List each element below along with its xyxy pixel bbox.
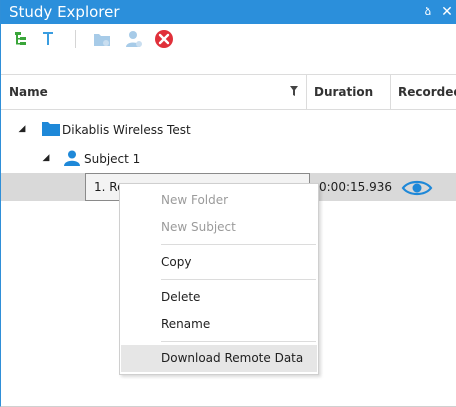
recording-duration: 0:00:15.936 bbox=[319, 180, 392, 194]
menu-item-copy[interactable]: Copy bbox=[121, 249, 317, 276]
close-icon[interactable]: ✕ bbox=[439, 2, 455, 22]
column-filter-icon[interactable] bbox=[289, 84, 299, 98]
subject-label: Subject 1 bbox=[84, 152, 141, 166]
column-name[interactable]: Name bbox=[9, 75, 129, 110]
menu-separator bbox=[161, 279, 316, 280]
expand-tree-icon[interactable] bbox=[11, 28, 33, 50]
column-recorded[interactable]: Recorded bbox=[398, 75, 456, 110]
menu-item-new-folder[interactable]: New Folder bbox=[121, 187, 317, 214]
menu-item-download-remote-data[interactable]: Download Remote Data bbox=[121, 345, 317, 372]
delete-icon[interactable] bbox=[153, 28, 175, 50]
menu-item-rename[interactable]: Rename bbox=[121, 311, 317, 338]
new-subject-icon[interactable] bbox=[123, 28, 145, 50]
filter-icon[interactable] bbox=[37, 28, 59, 50]
column-divider[interactable] bbox=[390, 75, 391, 110]
column-header: Name Duration Recorded bbox=[1, 74, 456, 110]
tree-row-subject[interactable]: ◢ Subject 1 bbox=[1, 145, 456, 173]
eye-icon[interactable] bbox=[401, 179, 433, 197]
context-menu: New Folder New Subject Copy Delete Renam… bbox=[119, 183, 319, 375]
study-explorer-panel: Study Explorer ձ ✕ Name Duration Recorde… bbox=[0, 0, 456, 407]
toolbar-separator bbox=[75, 30, 76, 48]
menu-separator bbox=[161, 341, 316, 342]
tree-row-study[interactable]: ◢ Dikablis Wireless Test bbox=[1, 116, 456, 144]
column-divider[interactable] bbox=[306, 75, 307, 110]
new-folder-icon[interactable] bbox=[91, 28, 113, 50]
panel-titlebar: Study Explorer ձ ✕ bbox=[1, 0, 456, 24]
pin-icon[interactable]: ձ bbox=[422, 4, 434, 20]
toolbar bbox=[1, 24, 456, 54]
study-label: Dikablis Wireless Test bbox=[62, 123, 191, 137]
collapse-arrow-icon[interactable]: ◢ bbox=[41, 153, 51, 163]
menu-separator bbox=[161, 244, 316, 245]
subject-user-icon bbox=[63, 149, 81, 167]
menu-item-new-subject[interactable]: New Subject bbox=[121, 214, 317, 241]
collapse-arrow-icon[interactable]: ◢ bbox=[17, 124, 27, 134]
menu-item-delete[interactable]: Delete bbox=[121, 284, 317, 311]
column-duration[interactable]: Duration bbox=[314, 75, 384, 110]
panel-title: Study Explorer bbox=[9, 3, 120, 21]
folder-icon bbox=[41, 120, 61, 138]
